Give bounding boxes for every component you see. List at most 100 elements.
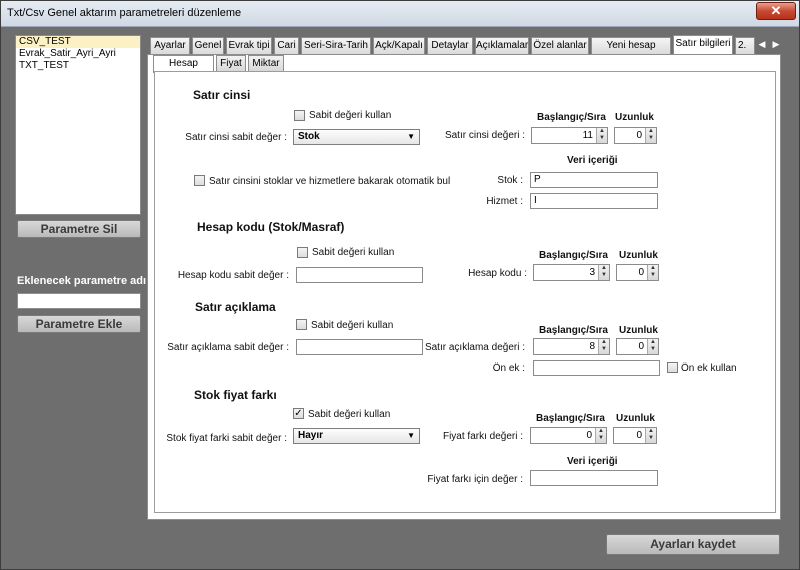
spinner-arrows-icon[interactable]: ▲ ▼ — [645, 128, 656, 143]
auto-detect-checkbox[interactable] — [194, 175, 205, 186]
tab-cari[interactable]: Cari — [274, 37, 299, 55]
fiyat-farki-icin-label: Fiyat farkı için değer : — [427, 474, 523, 485]
tab-scroll-right-icon[interactable]: ▶ — [769, 37, 783, 51]
tab-seri-sira-tarih[interactable]: Seri-Sira-Tarih — [301, 37, 371, 55]
hesap-kodu-fixed-label: Hesap kodu sabit değer : — [177, 270, 289, 281]
satir-aciklama-fixed-cb-label: Sabit değeri kullan — [311, 320, 394, 331]
spinner-arrows-icon[interactable]: ▲ ▼ — [645, 428, 656, 443]
tab-yeni-hesap-bilgileri[interactable]: Yeni hesap bilgileri — [591, 37, 671, 67]
stok-fiyat-len-spinner[interactable]: 0 ▲ ▼ — [613, 427, 657, 444]
hesap-kodu-fixed-input[interactable] — [296, 267, 423, 283]
stok-fiyat-fixed-checkbox[interactable]: ✓ — [293, 408, 304, 419]
close-button[interactable]: ✕ — [756, 2, 796, 20]
prefix-cb-label: Ön ek kullan — [681, 363, 737, 374]
title-bar: Txt/Csv Genel aktarım parametreleri düze… — [1, 1, 799, 27]
hesap-kodu-start-spinner[interactable]: 3 ▲ ▼ — [533, 264, 610, 281]
add-parameter-button[interactable]: Parametre Ekle — [17, 315, 141, 333]
parameter-list[interactable]: CSV_TEST Evrak_Satir_Ayri_Ayri TXT_TEST — [15, 35, 141, 215]
stok-label: Stok : — [497, 175, 523, 186]
list-item[interactable]: CSV_TEST — [16, 36, 140, 48]
tab-ozel-alanlar[interactable]: Özel alanlar — [531, 37, 589, 55]
satir-aciklama-fixed-input[interactable] — [296, 339, 423, 355]
satir-cinsi-start-header: Başlangıç/Sıra — [537, 112, 606, 123]
hesap-kodu-fixed-cb-label: Sabit değeri kullan — [312, 247, 395, 258]
satir-aciklama-value-label: Satır açıklama değeri : — [424, 342, 525, 353]
spinner-arrows-icon[interactable]: ▲ ▼ — [647, 339, 658, 354]
satir-aciklama-fixed-label: Satır açıklama sabit değer : — [167, 342, 289, 353]
section-title-hesap-kodu: Hesap kodu (Stok/Masraf) — [197, 220, 345, 234]
tab-aciklamalar[interactable]: Açıklamalar — [475, 37, 529, 55]
spinner-arrows-icon[interactable]: ▲ ▼ — [596, 128, 607, 143]
spinner-arrows-icon[interactable]: ▲ ▼ — [598, 265, 609, 280]
subtab-fiyat[interactable]: Fiyat — [216, 55, 246, 72]
tab-acik-kapali[interactable]: Açk/Kapalı — [373, 37, 425, 55]
satir-cinsi-len-value: 0 — [636, 130, 642, 141]
satir-cinsi-fixed-label: Satır cinsi sabit değer : — [185, 132, 287, 143]
hesap-kodu-value-label: Hesap kodu : — [468, 268, 527, 279]
section-title-satir-cinsi: Satır cinsi — [193, 88, 251, 102]
stok-fiyat-len-header: Uzunluk — [616, 413, 655, 424]
satir-cinsi-len-spinner[interactable]: 0 ▲ ▼ — [614, 127, 657, 144]
satir-aciklama-start-spinner[interactable]: 8 ▲ ▼ — [533, 338, 610, 355]
stok-fiyat-content-header: Veri içeriği — [567, 456, 618, 467]
new-parameter-input[interactable] — [17, 293, 141, 309]
satir-cinsi-value-label: Satır cinsi değeri : — [444, 130, 525, 141]
stok-fiyat-fixed-label: Stok fiyat farki sabit değer : — [166, 433, 287, 444]
satir-aciklama-start-value: 8 — [589, 341, 595, 352]
window-title: Txt/Csv Genel aktarım parametreleri düze… — [7, 7, 242, 19]
section-title-satir-aciklama: Satır açıklama — [195, 300, 276, 314]
save-settings-button[interactable]: Ayarları kaydet — [606, 534, 780, 555]
list-item[interactable]: TXT_TEST — [16, 60, 140, 72]
delete-parameter-button[interactable]: Parametre Sil — [17, 220, 141, 238]
hesap-kodu-len-header: Uzunluk — [619, 250, 658, 261]
satir-cinsi-len-header: Uzunluk — [615, 112, 654, 123]
tab-evrak-tipi[interactable]: Evrak tipi — [226, 37, 272, 55]
tab-ayarlar[interactable]: Ayarlar — [150, 37, 190, 55]
hesap-kodu-start-header: Başlangıç/Sıra — [539, 250, 608, 261]
stok-input[interactable]: P — [530, 172, 658, 188]
new-parameter-label: Eklenecek parametre adı — [17, 275, 147, 287]
chevron-down-icon: ▼ — [407, 132, 415, 141]
list-item[interactable]: Evrak_Satir_Ayri_Ayri — [16, 48, 140, 60]
stok-fiyat-fixed-value: Hayır — [298, 430, 324, 441]
subtab-miktar[interactable]: Miktar — [248, 55, 284, 72]
satir-aciklama-start-header: Başlangıç/Sıra — [539, 325, 608, 336]
stok-fiyat-fixed-select[interactable]: Hayır ▼ — [293, 428, 420, 444]
main-tabs: Ayarlar Genel Evrak tipi Cari Seri-Sira-… — [147, 35, 783, 67]
spinner-arrows-icon[interactable]: ▲ ▼ — [595, 428, 606, 443]
chevron-down-icon: ▼ — [407, 431, 415, 440]
satir-aciklama-len-header: Uzunluk — [619, 325, 658, 336]
spinner-arrows-icon[interactable]: ▲ ▼ — [647, 265, 658, 280]
tab-genel[interactable]: Genel — [192, 37, 224, 55]
hesap-kodu-start-value: 3 — [589, 267, 595, 278]
hizmet-label: Hizmet : — [486, 196, 523, 207]
prefix-label: Ön ek : — [492, 363, 525, 374]
tab-satir-bilgileri[interactable]: Satır bilgileri — [673, 35, 733, 55]
hizmet-input[interactable]: I — [530, 193, 658, 209]
satir-cinsi-start-spinner[interactable]: 11 ▲ ▼ — [531, 127, 608, 144]
stok-fiyat-start-value: 0 — [586, 430, 592, 441]
satir-cinsi-fixed-select[interactable]: Stok ▼ — [293, 129, 420, 145]
tab-scroll-left-icon[interactable]: ◀ — [755, 37, 769, 51]
prefix-input[interactable] — [533, 360, 660, 376]
hesap-kodu-len-spinner[interactable]: 0 ▲ ▼ — [616, 264, 659, 281]
satir-aciklama-len-value: 0 — [638, 341, 644, 352]
satir-aciklama-fixed-checkbox[interactable] — [296, 319, 307, 330]
prefix-checkbox[interactable] — [667, 362, 678, 373]
fiyat-farki-icin-input[interactable] — [530, 470, 658, 486]
dialog-window: Txt/Csv Genel aktarım parametreleri düze… — [0, 0, 800, 570]
section-title-stok-fiyat-farki: Stok fiyat farkı — [194, 388, 277, 402]
spinner-arrows-icon[interactable]: ▲ ▼ — [598, 339, 609, 354]
tab-detaylar[interactable]: Detaylar — [427, 37, 473, 55]
stok-fiyat-len-value: 0 — [636, 430, 642, 441]
tab-overflow[interactable]: 2. S — [735, 37, 755, 67]
satir-cinsi-content-header: Veri içeriği — [567, 155, 618, 166]
stok-fiyat-start-header: Başlangıç/Sıra — [536, 413, 605, 424]
stok-fiyat-value-label: Fiyat farkı değeri : — [442, 431, 523, 442]
stok-fiyat-fixed-cb-label: Sabit değeri kullan — [308, 409, 391, 420]
satir-aciklama-len-spinner[interactable]: 0 ▲ ▼ — [616, 338, 659, 355]
hesap-kodu-fixed-checkbox[interactable] — [297, 247, 308, 258]
stok-fiyat-start-spinner[interactable]: 0 ▲ ▼ — [530, 427, 607, 444]
satir-cinsi-fixed-checkbox[interactable] — [294, 110, 305, 121]
satir-cinsi-fixed-value: Stok — [298, 131, 320, 142]
